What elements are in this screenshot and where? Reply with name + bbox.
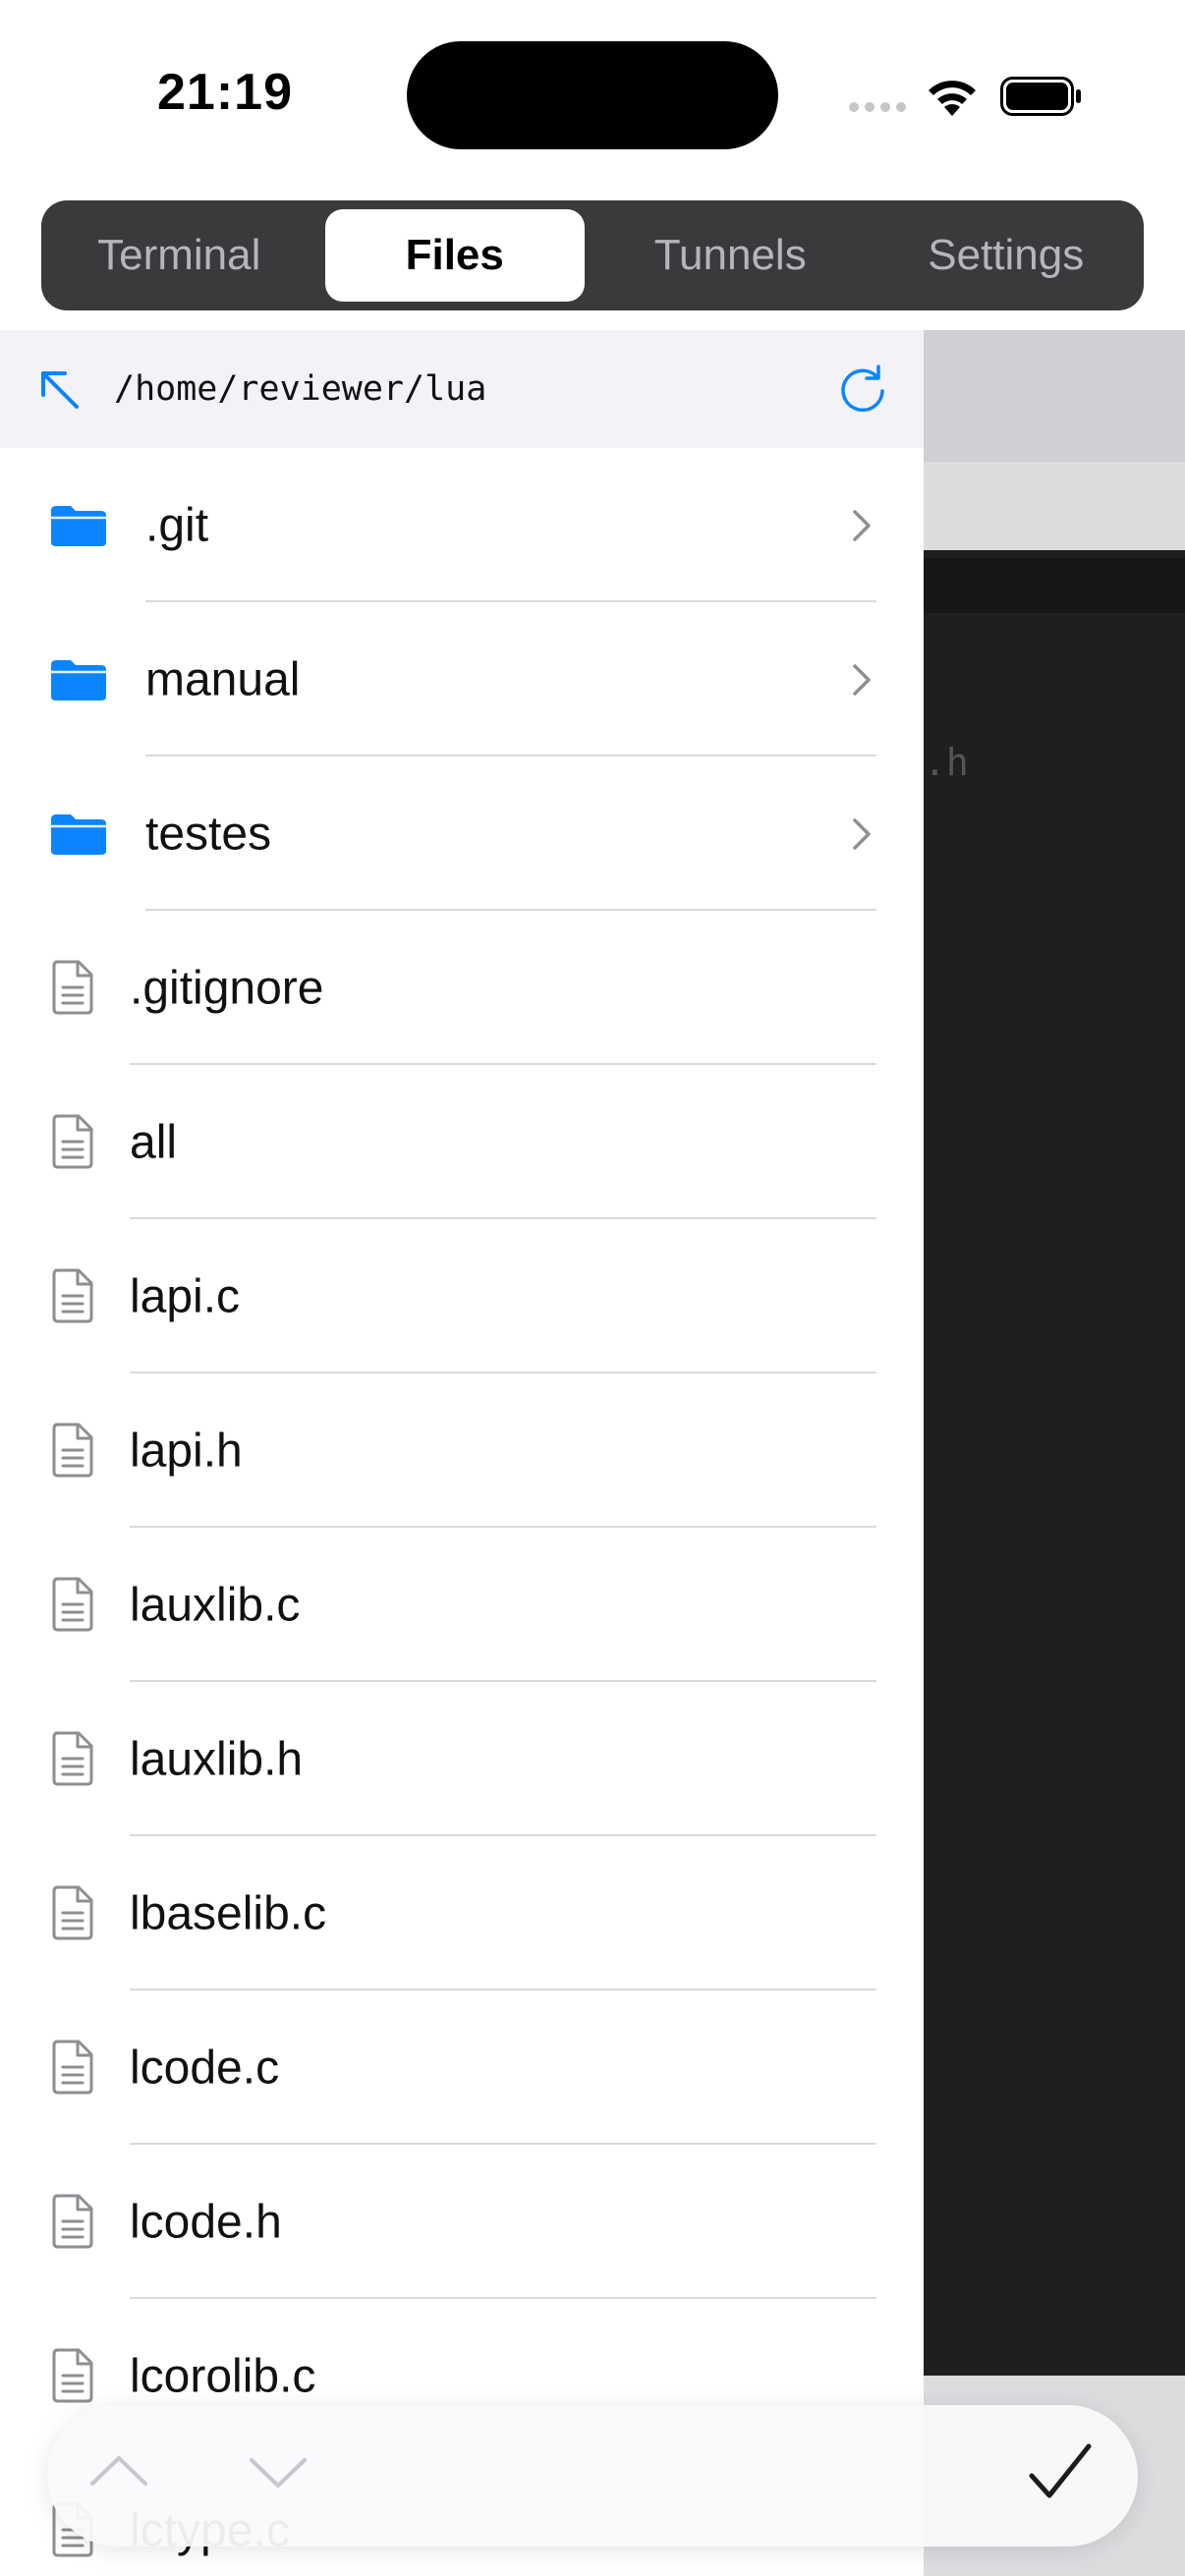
folder-row[interactable]: manual <box>0 602 924 756</box>
path-bar: /home/reviewer/lua <box>0 330 924 448</box>
document-icon <box>52 1885 93 1940</box>
tab-tunnels[interactable]: Tunnels <box>600 209 861 302</box>
file-row[interactable]: lauxlib.h <box>0 1682 924 1836</box>
folder-name: testes <box>145 808 272 860</box>
folder-icon <box>51 660 106 700</box>
file-row[interactable]: lbaselib.c <box>0 1836 924 1990</box>
file-row[interactable]: lcode.c <box>0 1990 924 2145</box>
wifi-icon <box>929 81 976 116</box>
file-row[interactable]: lapi.h <box>0 1373 924 1528</box>
file-name: all <box>130 1116 178 1168</box>
file-name: lauxlib.h <box>130 1733 304 1785</box>
chevron-up-icon[interactable] <box>88 2450 149 2490</box>
background-bar <box>924 558 1185 613</box>
arrow-up-left-icon[interactable] <box>37 367 81 411</box>
battery-icon <box>1000 77 1081 116</box>
chevron-right-icon <box>853 818 871 850</box>
file-row[interactable]: all <box>0 1065 924 1219</box>
current-path: /home/reviewer/lua <box>114 369 487 409</box>
document-icon <box>52 2040 93 2095</box>
file-row[interactable]: lauxlib.c <box>0 1528 924 1682</box>
segmented-tab-bar: Terminal Files Tunnels Settings <box>41 200 1144 310</box>
folder-icon <box>51 506 106 546</box>
file-row[interactable]: lcode.h <box>0 2145 924 2299</box>
file-name: lcorolib.c <box>130 2350 316 2402</box>
background-header <box>924 330 1185 462</box>
file-row[interactable]: .gitignore <box>0 911 924 1065</box>
folder-row[interactable]: testes <box>0 756 924 911</box>
folder-row[interactable]: .git <box>0 448 924 602</box>
chevron-down-icon[interactable] <box>248 2454 309 2493</box>
dynamic-island <box>407 41 778 149</box>
tab-settings[interactable]: Settings <box>876 209 1137 302</box>
status-time: 21:19 <box>157 64 293 121</box>
document-icon <box>52 960 93 1015</box>
file-name: lapi.c <box>130 1270 241 1322</box>
file-name: lapi.h <box>130 1425 243 1477</box>
file-row[interactable]: lapi.c <box>0 1219 924 1373</box>
document-icon <box>52 1423 93 1478</box>
folder-icon <box>51 814 106 855</box>
folder-name: manual <box>145 653 301 705</box>
file-name: lcode.h <box>130 2196 282 2248</box>
document-icon <box>52 2348 93 2403</box>
file-name: lbaselib.c <box>130 1887 327 1939</box>
background-text: .h <box>924 741 969 784</box>
file-name: lcode.c <box>130 2042 280 2094</box>
file-browser-panel: /home/reviewer/lua .git manual testes .giti… <box>0 330 924 2576</box>
document-icon <box>52 1731 93 1786</box>
refresh-icon[interactable] <box>837 364 888 415</box>
background-terminal-pane: .h <box>924 330 1185 2576</box>
file-name: .gitignore <box>130 962 324 1014</box>
tab-terminal[interactable]: Terminal <box>49 209 310 302</box>
checkmark-icon[interactable] <box>1028 2442 1093 2501</box>
document-icon <box>52 1268 93 1323</box>
chevron-right-icon <box>853 664 871 696</box>
document-icon <box>52 1114 93 1169</box>
document-icon <box>52 2194 93 2249</box>
file-name: lauxlib.c <box>130 1579 301 1631</box>
folder-name: .git <box>145 499 209 551</box>
chevron-right-icon <box>853 510 871 541</box>
cellular-signal-icon <box>849 102 906 112</box>
file-list: .git manual testes .gitignore all lapi.c lapi.… <box>0 448 924 2576</box>
bottom-toolbar <box>47 2405 1138 2547</box>
tab-files[interactable]: Files <box>324 209 585 302</box>
document-icon <box>52 1577 93 1632</box>
status-bar: 21:19 <box>0 0 1185 187</box>
background-subheader <box>924 462 1185 550</box>
